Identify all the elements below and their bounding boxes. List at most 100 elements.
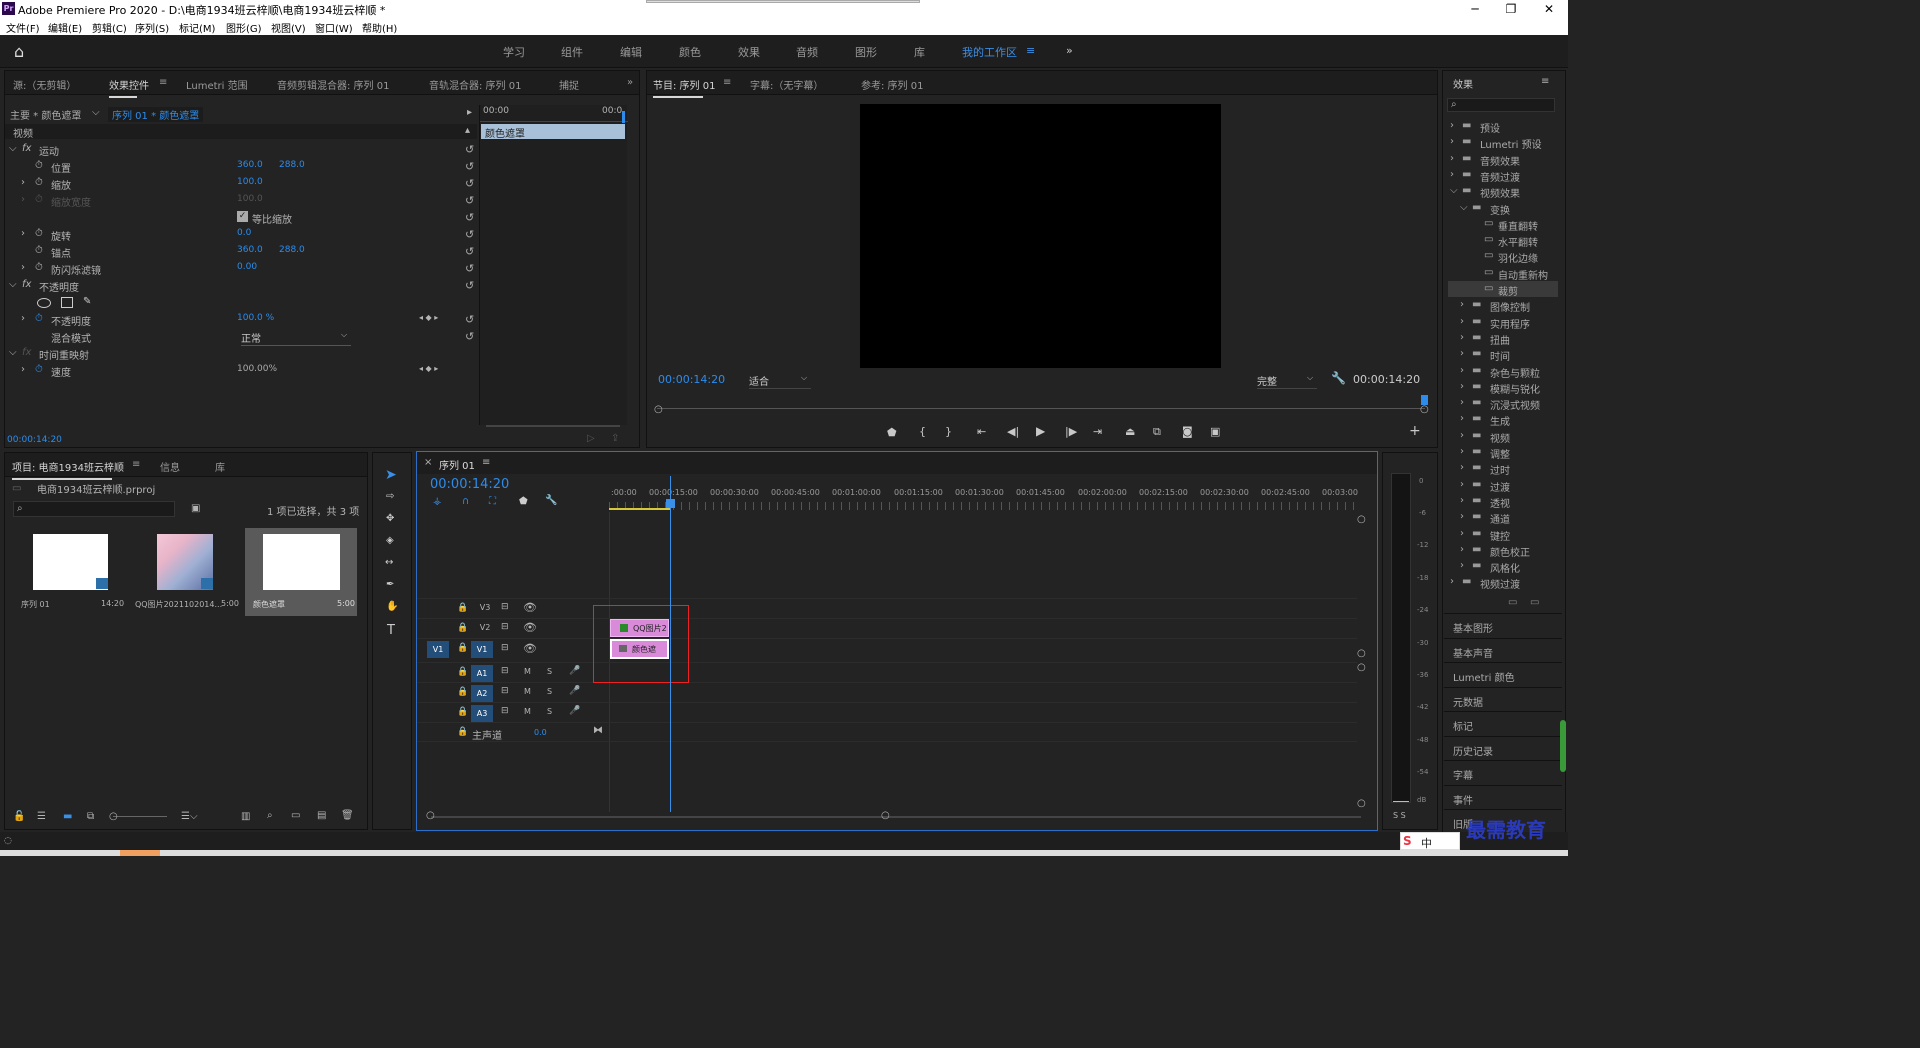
track-label[interactable]: A2: [471, 685, 493, 702]
chevron-right-icon[interactable]: ›: [1460, 430, 1464, 441]
tab-info[interactable]: 信息: [160, 459, 180, 474]
selection-tool-icon[interactable]: ➤: [385, 467, 397, 483]
effects-tree-item[interactable]: ▭ 裁剪: [1448, 281, 1558, 298]
tab-menu-icon[interactable]: ≡: [482, 457, 490, 468]
sequence-clip-label[interactable]: 序列 01 * 颜色遮罩: [108, 107, 204, 122]
stopwatch-icon[interactable]: ⏱: [35, 313, 43, 324]
timeline-timecode[interactable]: 00:00:14:20: [430, 477, 509, 492]
eye-icon[interactable]: 👁: [523, 601, 537, 614]
workspace-assembly[interactable]: 组件: [561, 44, 583, 60]
timeline-playhead[interactable]: [670, 476, 671, 812]
menu-view[interactable]: 视图(V): [271, 20, 306, 35]
mark-out-icon[interactable]: }: [945, 425, 952, 438]
effects-tree-item[interactable]: › ▬ 键控: [1448, 526, 1558, 543]
opacity-value[interactable]: 100.0 %: [237, 313, 274, 323]
insert-nest-icon[interactable]: ⚶: [433, 496, 442, 507]
effects-tree-item[interactable]: › ▬ 生成: [1448, 411, 1558, 428]
blend-mode-select[interactable]: 正常: [241, 330, 351, 346]
sort-icon[interactable]: ☰⌵: [181, 811, 198, 822]
effects-section-header[interactable]: 历史记录: [1444, 735, 1562, 760]
chevron-right-icon[interactable]: ›: [1460, 479, 1464, 490]
chevron-right-icon[interactable]: ›: [1460, 544, 1464, 555]
chevron-down-icon[interactable]: ⌵: [1450, 185, 1458, 196]
effects-tree-item[interactable]: › ▬ 沉浸式视频: [1448, 395, 1558, 412]
effects-tree-item[interactable]: › ▬ 透视: [1448, 493, 1558, 510]
anchor-x-value[interactable]: 360.0: [237, 245, 263, 255]
solo-buttons[interactable]: S S: [1393, 811, 1406, 820]
find-icon[interactable]: ⌕: [267, 810, 273, 821]
effects-tree-item[interactable]: › ▬ 杂色与颗粒: [1448, 363, 1558, 380]
workspace-menu-icon[interactable]: ≡: [1026, 44, 1035, 57]
play-icon[interactable]: ▶: [1036, 424, 1045, 438]
effects-search-input[interactable]: [1447, 98, 1555, 112]
workspace-custom[interactable]: 我的工作区: [962, 44, 1017, 60]
position-x-value[interactable]: 360.0: [237, 160, 263, 170]
effects-section-header[interactable]: 事件: [1444, 784, 1562, 809]
maximize-button[interactable]: ❐: [1496, 0, 1526, 18]
ime-mode[interactable]: 中: [1421, 835, 1432, 851]
tab-sequence[interactable]: 序列 01: [439, 457, 475, 472]
tab-lumetri-scopes[interactable]: Lumetri 范围: [186, 77, 248, 92]
minimize-button[interactable]: ─: [1460, 0, 1490, 18]
expand-icon[interactable]: ⌵: [9, 347, 17, 358]
effects-tree-item[interactable]: › ▬ 通道: [1448, 509, 1558, 526]
expand-icon[interactable]: ›: [21, 313, 25, 324]
effects-section-header[interactable]: 标记: [1444, 711, 1562, 735]
sync-lock-icon[interactable]: ⊟: [501, 622, 509, 632]
fx-icon[interactable]: fx: [22, 279, 31, 290]
track-label[interactable]: V1: [471, 641, 493, 658]
step-back-icon[interactable]: ◀|: [1007, 425, 1019, 438]
timeline-settings-icon[interactable]: 🔧: [545, 495, 557, 506]
chevron-right-icon[interactable]: ›: [1460, 348, 1464, 359]
menu-clip[interactable]: 剪辑(C): [92, 20, 127, 35]
razor-tool-icon[interactable]: ◈: [386, 535, 394, 546]
chevron-right-icon[interactable]: ›: [1450, 120, 1454, 131]
tab-audio-track-mixer[interactable]: 音轨混合器: 序列 01: [429, 77, 521, 92]
effects-tree-item[interactable]: › ▬ 过渡: [1448, 477, 1558, 494]
pen-tool-icon[interactable]: ✒: [386, 579, 394, 590]
wrench-icon[interactable]: 🔧: [1331, 371, 1346, 385]
effects-tree-item[interactable]: › ▬ 图像控制: [1448, 297, 1558, 314]
chevron-right-icon[interactable]: ›: [1460, 316, 1464, 327]
workspace-color[interactable]: 颜色: [679, 44, 701, 60]
track-label[interactable]: V3: [475, 603, 495, 612]
range-start-handle[interactable]: ○: [654, 404, 663, 415]
export-icon[interactable]: ⇪: [611, 433, 619, 444]
effects-section-header[interactable]: 元数据: [1444, 686, 1562, 711]
clip-dropdown-icon[interactable]: ⌵: [92, 107, 100, 118]
step-forward-icon[interactable]: |▶: [1065, 425, 1077, 438]
zoom-slider[interactable]: [113, 816, 167, 817]
home-icon[interactable]: ⌂: [14, 42, 24, 61]
mute-button[interactable]: M: [524, 707, 531, 716]
close-tab-icon[interactable]: ×: [424, 457, 432, 468]
trash-icon[interactable]: 🗑: [341, 810, 354, 821]
track-label[interactable]: V2: [475, 623, 495, 632]
chevron-right-icon[interactable]: ›: [1450, 169, 1454, 180]
chevron-down-icon[interactable]: ⌵: [341, 330, 347, 340]
source-patch-v1[interactable]: V1: [427, 641, 449, 658]
work-area-bar[interactable]: [609, 508, 671, 510]
effects-tree-item[interactable]: ⌵ ▬ 变换: [1448, 200, 1558, 217]
menu-marker[interactable]: 标记(M): [179, 20, 215, 35]
chevron-right-icon[interactable]: ›: [1460, 560, 1464, 571]
tab-menu-icon[interactable]: ≡: [132, 459, 140, 470]
scroll-handle-icon[interactable]: ○: [1357, 798, 1366, 809]
more-tabs-icon[interactable]: »: [627, 77, 633, 88]
video-preview[interactable]: [860, 104, 1221, 368]
master-volume-value[interactable]: 0.0: [534, 728, 547, 737]
effects-tree-item[interactable]: › ▬ 颜色校正: [1448, 542, 1558, 559]
effect-controls-timecode[interactable]: 00:00:14:20: [7, 435, 62, 445]
horizontal-scrollbar[interactable]: [431, 816, 1361, 818]
effects-tree-item[interactable]: › ▬ 预设: [1448, 118, 1558, 135]
ec-playhead[interactable]: [622, 111, 625, 123]
lock-icon[interactable]: 🔓: [13, 811, 25, 822]
automate-icon[interactable]: ▥: [241, 811, 250, 822]
range-end-handle[interactable]: ○: [1420, 404, 1429, 415]
solo-button[interactable]: S: [547, 667, 552, 676]
close-button[interactable]: ✕: [1534, 0, 1564, 18]
expand-icon[interactable]: ⌵: [9, 279, 17, 290]
chevron-right-icon[interactable]: ›: [1460, 528, 1464, 539]
eye-icon[interactable]: 👁: [523, 621, 537, 634]
scroll-left-handle[interactable]: ○: [426, 810, 435, 821]
lock-icon[interactable]: 🔒: [457, 643, 468, 653]
